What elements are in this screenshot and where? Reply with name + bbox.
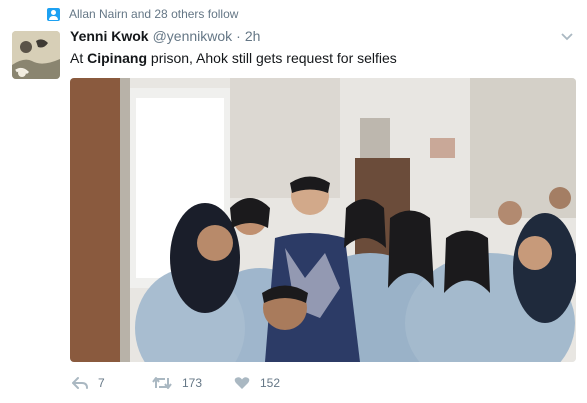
chevron-down-icon[interactable] bbox=[560, 30, 574, 44]
tweet-text: At Cipinang prison, Ahok still gets requ… bbox=[70, 50, 397, 66]
tweet-actions: 7 173 152 bbox=[72, 376, 314, 390]
separator: · bbox=[236, 28, 241, 44]
follow-user-icon bbox=[47, 7, 60, 21]
tweet-text-bold: Cipinang bbox=[87, 50, 148, 66]
photo-image bbox=[70, 78, 576, 362]
like-count: 152 bbox=[260, 376, 281, 390]
reply-count: 7 bbox=[98, 376, 105, 390]
retweet-icon bbox=[152, 377, 172, 389]
avatar-image bbox=[12, 31, 60, 79]
heart-icon bbox=[234, 377, 250, 389]
tweet-timestamp[interactable]: 2h bbox=[245, 28, 261, 44]
author-name[interactable]: Yenni Kwok bbox=[70, 28, 149, 44]
reply-button[interactable]: 7 bbox=[72, 376, 152, 390]
retweet-button[interactable]: 173 bbox=[152, 376, 234, 390]
tweet-text-part: At bbox=[70, 50, 88, 66]
reply-icon bbox=[72, 377, 88, 389]
author-handle[interactable]: @yennikwok bbox=[153, 28, 233, 44]
social-context-text: Allan Nairn and 28 others follow bbox=[69, 7, 239, 21]
social-context: Allan Nairn and 28 others follow bbox=[47, 7, 238, 21]
tweet-header: Yenni Kwok @yennikwok · 2h bbox=[70, 28, 260, 44]
retweet-count: 173 bbox=[182, 376, 203, 390]
tweet-photo[interactable] bbox=[70, 78, 576, 362]
avatar[interactable] bbox=[12, 31, 60, 79]
tweet-text-part: prison, Ahok still gets request for self… bbox=[147, 50, 397, 66]
like-button[interactable]: 152 bbox=[234, 376, 314, 390]
